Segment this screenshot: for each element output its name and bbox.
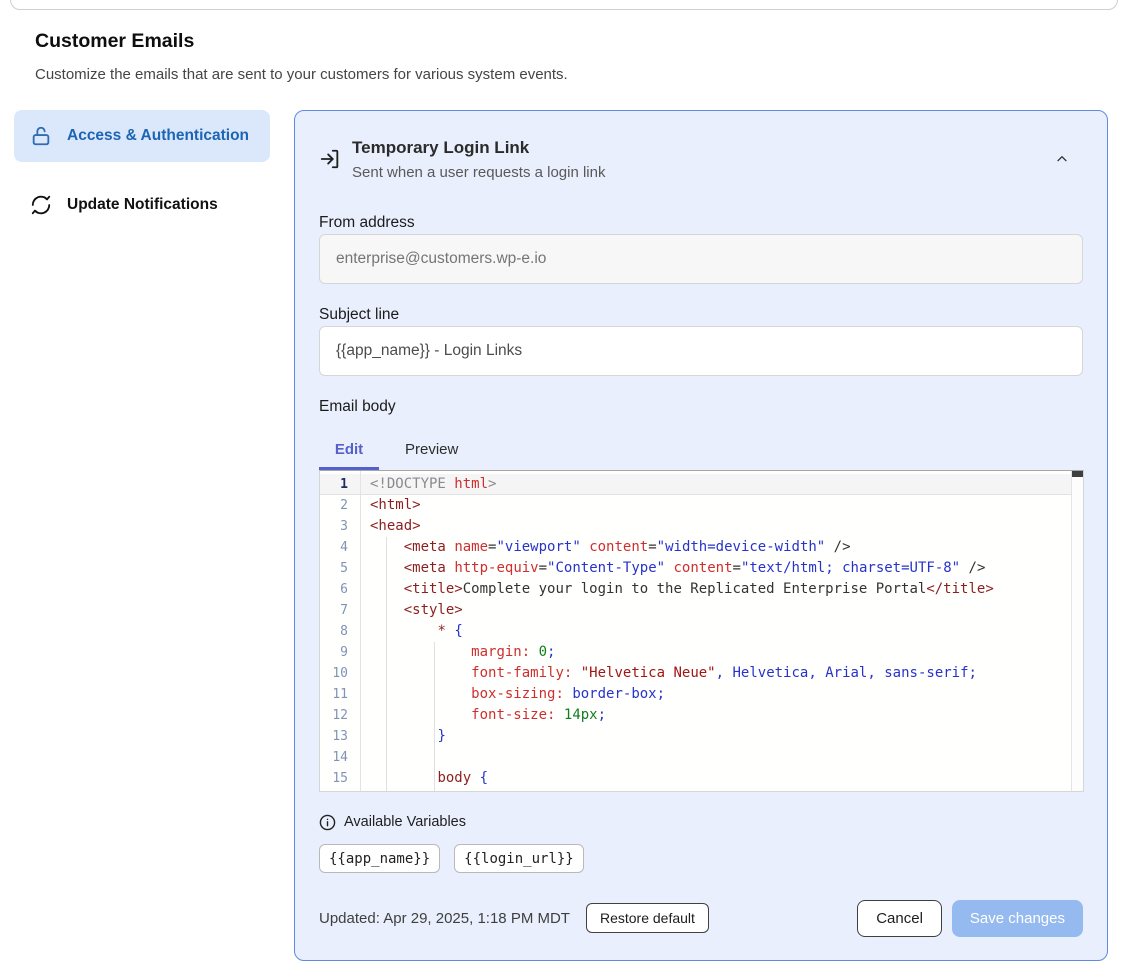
code-lines[interactable]: 1<!DOCTYPE html>2<html>3<head>4 <meta na… — [320, 471, 1083, 792]
line-number: 3 — [320, 519, 360, 534]
updated-timestamp: Updated: Apr 29, 2025, 1:18 PM MDT — [319, 910, 570, 927]
email-body-code-editor[interactable]: 1<!DOCTYPE html>2<html>3<head>4 <meta na… — [319, 470, 1084, 792]
subject-line-input[interactable] — [319, 326, 1083, 376]
code-line-6[interactable]: 6 <title>Complete your login to the Repl… — [320, 579, 1083, 600]
available-variables-header: Available Variables — [319, 810, 1083, 834]
sidebar-item-update-notifications[interactable]: Update Notifications — [14, 179, 270, 231]
code-text: box-sizing: border-box; — [360, 684, 665, 705]
gutter-separator — [360, 471, 361, 792]
code-text: <!DOCTYPE html> — [360, 474, 496, 495]
cancel-button[interactable]: Cancel — [857, 900, 942, 937]
line-number: 12 — [320, 708, 360, 723]
panel-header: Temporary Login Link Sent when a user re… — [319, 135, 1083, 187]
panel-header-text: Temporary Login Link Sent when a user re… — [352, 135, 605, 185]
code-text: } — [360, 726, 446, 747]
from-address-input[interactable] — [319, 234, 1083, 284]
indent-guide — [434, 642, 435, 792]
line-number: 6 — [320, 582, 360, 597]
code-text: <meta http-equiv="Content-Type" content=… — [360, 558, 985, 579]
editor-scrollbar[interactable] — [1071, 471, 1083, 791]
restore-default-button[interactable]: Restore default — [586, 903, 709, 933]
variable-chip-login_url[interactable]: {{login_url}} — [454, 844, 584, 873]
line-number: 10 — [320, 666, 360, 681]
refresh-icon — [30, 194, 52, 216]
code-text: <html> — [360, 495, 421, 516]
code-text: background-color: #f9f9f9; — [360, 789, 690, 792]
panel-title: Temporary Login Link — [352, 135, 605, 161]
line-number: 4 — [320, 540, 360, 555]
line-number: 9 — [320, 645, 360, 660]
page-subtitle: Customize the emails that are sent to yo… — [35, 66, 568, 83]
line-number: 7 — [320, 603, 360, 618]
code-line-4[interactable]: 4 <meta name="viewport" content="width=d… — [320, 537, 1083, 558]
line-number: 15 — [320, 771, 360, 786]
code-text: <meta name="viewport" content="width=dev… — [360, 537, 851, 558]
subject-line-label: Subject line — [319, 303, 1083, 326]
code-text: body { — [360, 768, 488, 789]
panel-subtitle: Sent when a user requests a login link — [352, 161, 605, 185]
code-text: margin: 0; — [360, 642, 555, 663]
email-body-tabs: Edit Preview — [319, 432, 1083, 470]
code-line-7[interactable]: 7 <style> — [320, 600, 1083, 621]
collapse-panel-button[interactable] — [1051, 148, 1073, 170]
line-number: 11 — [320, 687, 360, 702]
previous-card-bottom-edge — [10, 0, 1118, 10]
temporary-login-link-panel: Temporary Login Link Sent when a user re… — [294, 110, 1108, 961]
info-icon — [319, 814, 336, 831]
chevron-up-icon — [1054, 151, 1070, 167]
lock-icon — [30, 125, 52, 147]
line-number: 1 — [320, 477, 360, 492]
code-text: font-family: "Helvetica Neue", Helvetica… — [360, 663, 977, 684]
available-variables-label: Available Variables — [344, 814, 466, 830]
email-types-sidebar: Access & Authentication Update Notificati… — [14, 110, 270, 231]
page-title: Customer Emails — [35, 30, 194, 53]
code-line-5[interactable]: 5 <meta http-equiv="Content-Type" conten… — [320, 558, 1083, 579]
code-text: <style> — [360, 600, 463, 621]
sidebar-item-label: Update Notifications — [67, 193, 218, 217]
code-text: font-size: 14px; — [360, 705, 606, 726]
code-line-1[interactable]: 1<!DOCTYPE html> — [320, 474, 1083, 495]
code-text: * { — [360, 621, 463, 642]
sidebar-item-label: Access & Authentication — [67, 124, 249, 148]
customer-emails-page: Customer Emails Customize the emails tha… — [0, 0, 1128, 980]
tab-edit[interactable]: Edit — [319, 432, 379, 470]
login-icon — [319, 148, 341, 170]
tab-preview[interactable]: Preview — [403, 432, 460, 470]
indent-guide — [386, 537, 387, 792]
line-number: 13 — [320, 729, 360, 744]
line-number: 8 — [320, 624, 360, 639]
line-number: 5 — [320, 561, 360, 576]
line-number: 2 — [320, 498, 360, 513]
code-text: <head> — [360, 516, 421, 537]
code-line-8[interactable]: 8 * { — [320, 621, 1083, 642]
panel-footer: Updated: Apr 29, 2025, 1:18 PM MDT Resto… — [319, 899, 1083, 937]
variable-chips: {{app_name}} {{login_url}} — [319, 844, 1083, 873]
code-text: <title>Complete your login to the Replic… — [360, 579, 994, 600]
editor-scrollbar-thumb[interactable] — [1072, 471, 1083, 477]
variable-chip-app_name[interactable]: {{app_name}} — [319, 844, 440, 873]
code-line-2[interactable]: 2<html> — [320, 495, 1083, 516]
sidebar-item-access-authentication[interactable]: Access & Authentication — [14, 110, 270, 162]
line-number: 14 — [320, 750, 360, 765]
code-line-3[interactable]: 3<head> — [320, 516, 1083, 537]
from-address-label: From address — [319, 211, 1083, 234]
email-body-label: Email body — [319, 395, 1083, 418]
save-changes-button[interactable]: Save changes — [952, 900, 1083, 937]
